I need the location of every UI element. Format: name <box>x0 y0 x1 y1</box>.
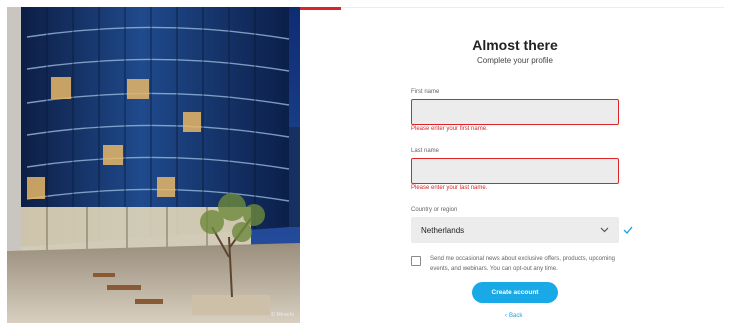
first-name-error: Please enter your first name. <box>411 126 488 132</box>
country-select[interactable]: Netherlands <box>411 217 619 243</box>
building-photo: © Mirachi <box>7 7 300 323</box>
first-name-label: First name <box>411 89 440 95</box>
last-name-field[interactable] <box>411 158 619 184</box>
checkmark-icon <box>623 226 633 234</box>
signup-page: © Mirachi Almost there Complete your pro… <box>0 0 731 324</box>
progress-track <box>300 7 724 8</box>
country-selected-value: Netherlands <box>421 225 465 235</box>
page-subtitle: Complete your profile <box>476 56 554 65</box>
create-account-button[interactable]: Create account <box>472 282 558 303</box>
country-label: Country or region <box>411 207 458 213</box>
chevron-down-icon <box>600 227 609 233</box>
building-illustration <box>7 7 300 323</box>
back-link-label: Back <box>509 313 523 319</box>
photo-credit: © Mirachi <box>271 312 294 318</box>
consent-checkbox[interactable] <box>411 256 421 266</box>
page-title: Almost there <box>472 37 558 53</box>
first-name-field[interactable] <box>411 99 619 125</box>
consent-text: Send me occasional news about exclusive … <box>430 256 615 272</box>
chevron-left-icon: ‹ <box>505 313 507 319</box>
progress-indicator <box>300 7 341 10</box>
back-link[interactable]: ‹ Back <box>505 313 522 319</box>
last-name-error: Please enter your last name. <box>411 185 488 191</box>
last-name-label: Last name <box>411 148 440 154</box>
